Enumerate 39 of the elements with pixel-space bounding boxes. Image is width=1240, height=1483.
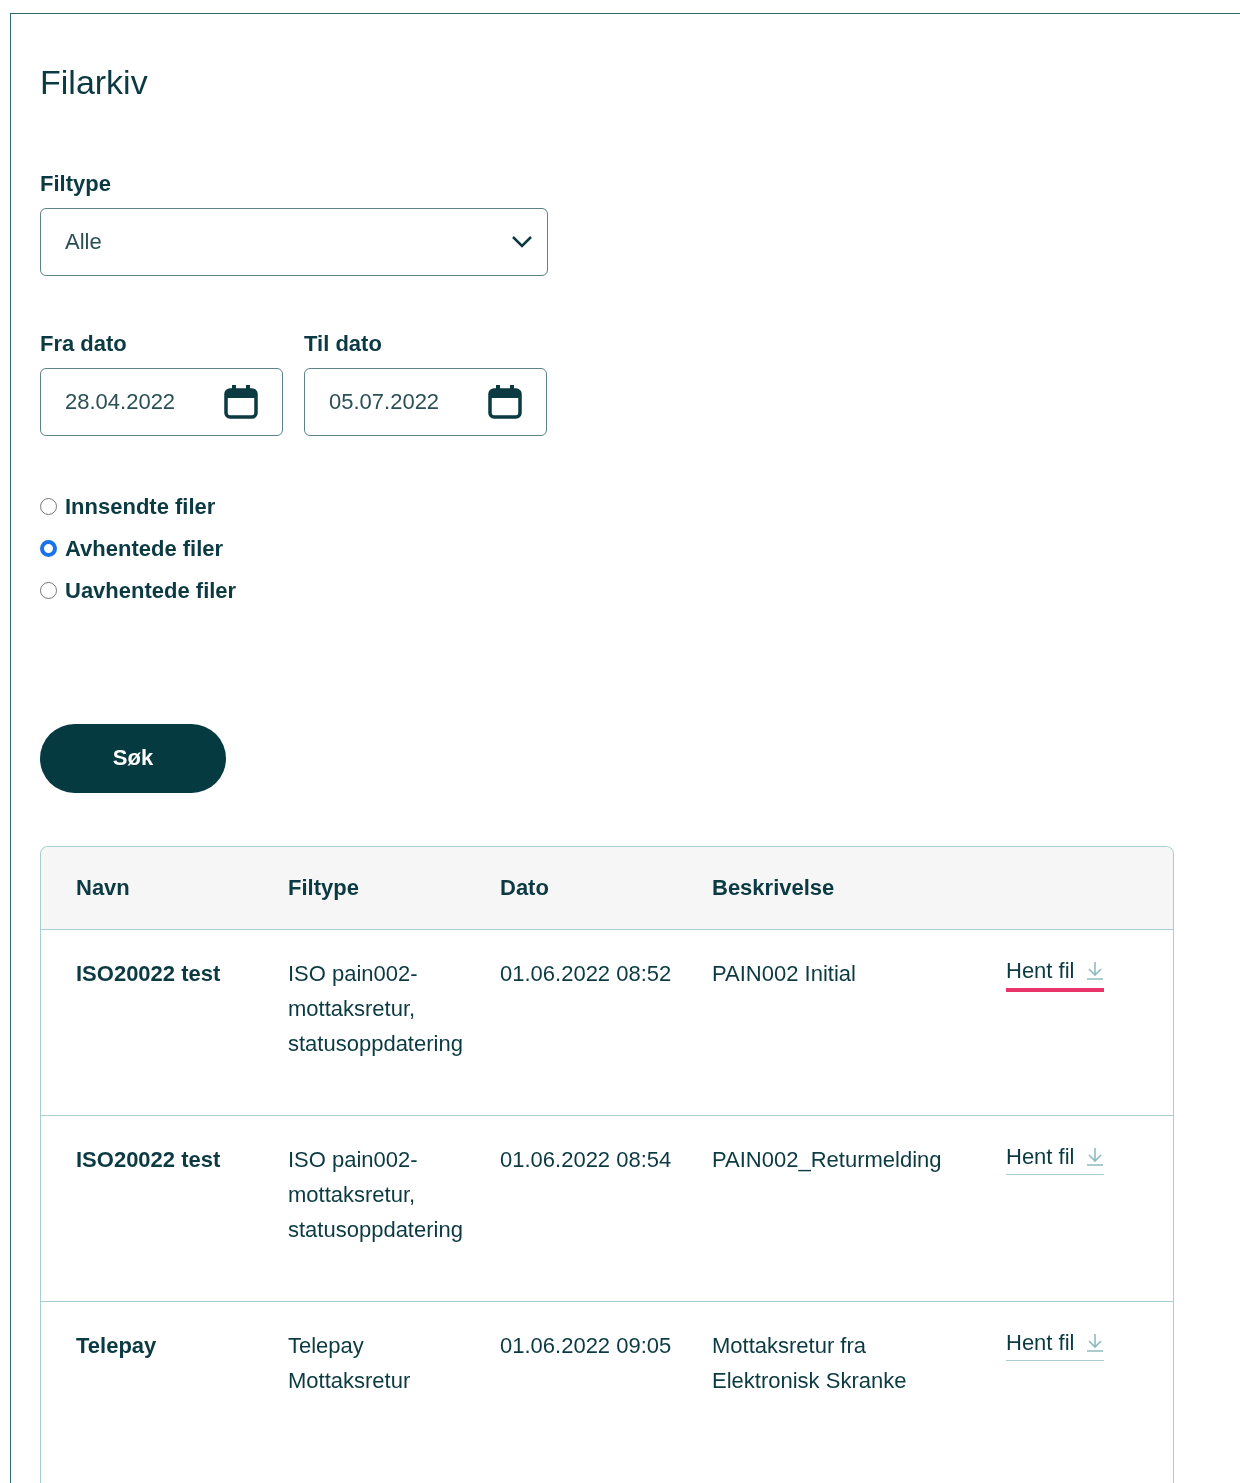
table-cell-text: ISO20022 test — [76, 1145, 222, 1174]
download-link[interactable]: Hent fil — [1006, 1141, 1105, 1175]
column-header: Filtype — [288, 874, 360, 901]
radio-button[interactable] — [40, 540, 57, 558]
table-cell-text: 01.06.2022 08:54 — [500, 1145, 673, 1174]
table-cell-text: PAIN002 Initial — [712, 959, 857, 988]
field-label: Filtype — [40, 170, 112, 197]
search-button[interactable]: Søk — [40, 723, 226, 793]
table-cell-text: ISO20022 test — [76, 959, 222, 988]
radio-button[interactable] — [40, 498, 57, 516]
table-cell-text: ISO pain002-mottaksretur, statusoppdatering — [288, 1145, 464, 1244]
page-title: Filarkiv — [40, 62, 149, 103]
table-cell-text: Telepay Mottaksretur — [288, 1331, 412, 1395]
date-field[interactable]: 05.07.2022 — [304, 367, 547, 436]
download-icon — [1086, 1332, 1105, 1353]
radio-button[interactable] — [40, 582, 57, 600]
field-label: Til dato — [304, 330, 383, 357]
table-cell-text: Mottaksretur fra Elektronisk Skranke — [712, 1331, 908, 1395]
download-icon — [1086, 1146, 1105, 1167]
table-cell-text: ISO pain002-mottaksretur, statusoppdatering — [288, 959, 464, 1058]
calendar-icon[interactable] — [488, 383, 522, 420]
download-link[interactable]: Hent fil — [1006, 1327, 1105, 1361]
table-cell-text: PAIN002_Returmelding — [712, 1145, 943, 1174]
table-cell-text: Telepay — [76, 1331, 158, 1360]
radio-label[interactable]: Uavhentede filer — [65, 577, 237, 604]
table-cell-text: 01.06.2022 09:05 — [500, 1331, 673, 1360]
field-label: Fra dato — [40, 330, 128, 357]
column-header: Beskrivelse — [712, 874, 836, 901]
radio-label[interactable]: Avhentede filer — [65, 535, 224, 562]
chevron-down-icon — [511, 234, 533, 249]
table-cell-text: 01.06.2022 08:52 — [500, 959, 673, 988]
column-header: Navn — [76, 874, 131, 901]
download-icon — [1086, 960, 1105, 981]
download-link[interactable]: Hent fil — [1006, 955, 1105, 992]
radio-label[interactable]: Innsendte filer — [65, 493, 216, 520]
calendar-icon[interactable] — [224, 383, 258, 420]
filetype-select[interactable]: Alle — [40, 207, 548, 276]
date-field[interactable]: 28.04.2022 — [40, 367, 283, 436]
column-header: Dato — [500, 874, 550, 901]
